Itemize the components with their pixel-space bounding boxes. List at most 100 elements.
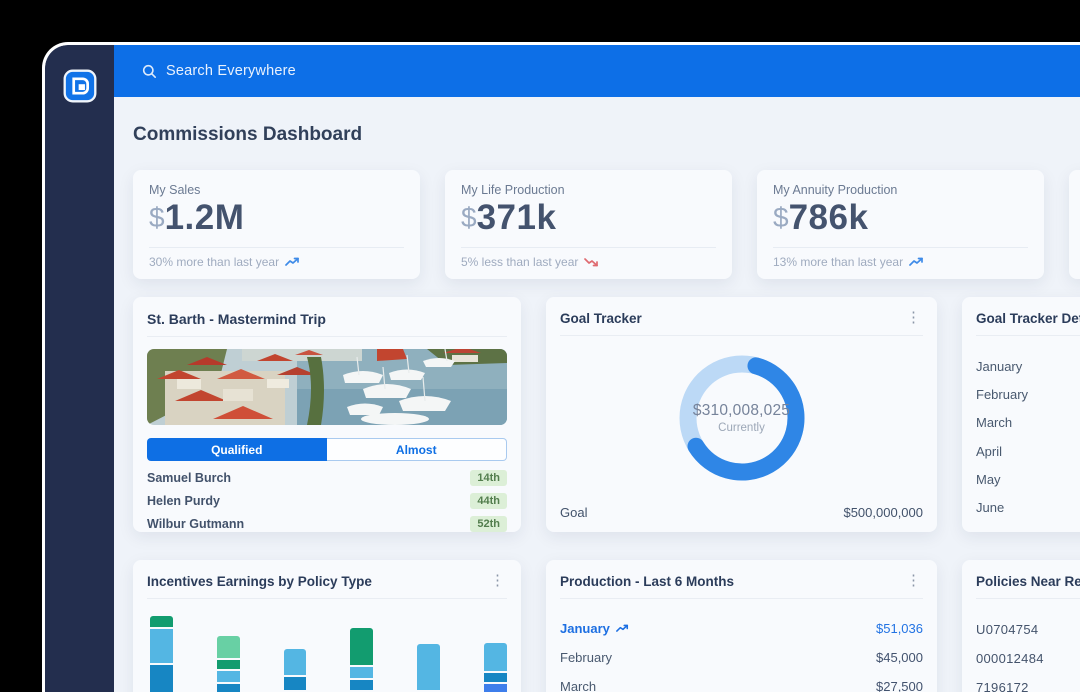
card-title: Incentives Earnings by Policy Type <box>147 574 372 589</box>
currency-sign: $ <box>149 203 165 232</box>
card-title: Goal Tracker <box>560 311 642 326</box>
middle-row: St. Barth - Mastermind Trip <box>133 297 1080 532</box>
kpi-trend: 5% less than last year <box>461 255 599 269</box>
member-name: Helen Purdy <box>147 494 220 508</box>
trend-up-icon <box>285 257 300 267</box>
divider <box>976 598 1080 599</box>
trip-member-list: Samuel Burch 14th Helen Purdy 44th Wilbu… <box>147 466 507 535</box>
tab-qualified[interactable]: Qualified <box>147 438 327 461</box>
kebab-menu-icon[interactable]: ⋮ <box>904 574 923 587</box>
list-item: January <box>976 352 1080 380</box>
stacked-bar <box>484 643 507 692</box>
bar-segment-lightblue <box>150 629 173 663</box>
search-placeholder: Search Everywhere <box>166 63 296 79</box>
app-logo[interactable] <box>62 68 98 104</box>
member-name: Wilbur Gutmann <box>147 517 244 531</box>
list-item: April <box>976 437 1080 465</box>
trend-up-icon <box>616 624 629 633</box>
app-window: Search Everywhere Commissions Dashboard … <box>42 42 1080 692</box>
divider <box>461 247 716 248</box>
production-row: February $45,000 <box>560 643 923 672</box>
kpi-card-partial <box>1069 170 1080 279</box>
card-title: Goal Tracker Detailed <box>976 311 1080 326</box>
divider <box>560 598 923 599</box>
search-input[interactable]: Search Everywhere <box>142 63 296 79</box>
bar-segment-darkblue <box>350 680 373 690</box>
list-item: May <box>976 465 1080 493</box>
search-icon <box>142 64 157 79</box>
divider <box>149 247 404 248</box>
goal-donut-chart: $310,008,025 Currently <box>672 348 812 488</box>
tab-almost[interactable]: Almost <box>327 438 508 461</box>
current-caption: Currently <box>718 422 765 434</box>
month-list: January February March April May June <box>976 352 1080 522</box>
trip-tabs: Qualified Almost <box>147 438 507 461</box>
list-item: March <box>976 409 1080 437</box>
divider <box>560 335 923 336</box>
bar-segment-lightblue <box>217 671 240 682</box>
card-title: Production - Last 6 Months <box>560 574 734 589</box>
list-item: 000012484 <box>976 644 1080 673</box>
bar-segment-lightblue <box>350 667 373 678</box>
kebab-menu-icon[interactable]: ⋮ <box>904 311 923 324</box>
bar-segment-green <box>350 628 373 665</box>
kpi-card-life-production: My Life Production $ 371k 5% less than l… <box>445 170 732 279</box>
stacked-bar-chart <box>150 616 507 692</box>
kpi-card-annuity-production: My Annuity Production $ 786k 13% more th… <box>757 170 1044 279</box>
kebab-menu-icon[interactable]: ⋮ <box>488 574 507 587</box>
production-card: Production - Last 6 Months ⋮ January <box>546 560 937 692</box>
bar-segment-lightblue <box>284 649 307 675</box>
list-item: Samuel Burch 14th <box>147 466 507 489</box>
trend-down-icon <box>584 257 599 267</box>
kpi-trend: 30% more than last year <box>149 255 300 269</box>
card-title: St. Barth - Mastermind Trip <box>147 311 326 327</box>
bar-segment-darkblue <box>217 684 240 692</box>
bar-segment-darkblue <box>484 673 507 682</box>
bar-segment-lightblue <box>484 643 507 671</box>
page-title: Commissions Dashboard <box>133 124 362 146</box>
topbar: Search Everywhere <box>114 45 1080 97</box>
month-label: February <box>560 650 612 665</box>
bar-segment-green <box>217 660 240 669</box>
rank-badge: 14th <box>470 470 507 486</box>
bar-segment-lightblue <box>417 644 440 690</box>
amount: $27,500 <box>876 679 923 692</box>
divider <box>147 336 507 337</box>
goal-amount: $500,000,000 <box>843 505 923 520</box>
current-amount: $310,008,025 <box>693 402 790 420</box>
dashboard-content: Commissions Dashboard My Sales $ 1.2M 30… <box>114 97 1080 692</box>
stacked-bar <box>217 636 240 692</box>
screen-background: Search Everywhere Commissions Dashboard … <box>0 0 1080 692</box>
list-item: Wilbur Gutmann 52th <box>147 512 507 535</box>
list-item: Helen Purdy 44th <box>147 489 507 512</box>
trip-card: St. Barth - Mastermind Trip <box>133 297 521 532</box>
kpi-label: My Annuity Production <box>773 183 1028 197</box>
kpi-label: My Sales <box>149 183 404 197</box>
incentives-card: Incentives Earnings by Policy Type ⋮ <box>133 560 521 692</box>
divider <box>773 247 1028 248</box>
production-row-january[interactable]: January $51,036 <box>560 614 923 643</box>
production-row: March $27,500 <box>560 672 923 692</box>
month-label: March <box>560 679 596 692</box>
list-item: February <box>976 380 1080 408</box>
list-item: U0704754 <box>976 615 1080 644</box>
policies-card: Policies Near Renewal U0704754 000012484… <box>962 560 1080 692</box>
kpi-row: My Sales $ 1.2M 30% more than last year <box>133 170 1080 279</box>
bar-segment-royal <box>484 684 507 692</box>
kpi-value: $ 786k <box>773 200 1028 237</box>
stacked-bar <box>350 628 373 690</box>
kpi-card-my-sales: My Sales $ 1.2M 30% more than last year <box>133 170 420 279</box>
bar-segment-darkblue <box>150 665 173 692</box>
trend-up-icon <box>909 257 924 267</box>
amount: $51,036 <box>876 621 923 636</box>
rank-badge: 52th <box>470 516 507 532</box>
production-list: January $51,036 February $45,000 <box>560 614 923 692</box>
sidebar <box>45 45 114 692</box>
bar-segment-green <box>150 616 173 627</box>
currency-sign: $ <box>461 203 477 232</box>
donut-center: $310,008,025 Currently <box>672 348 812 488</box>
currency-sign: $ <box>773 203 789 232</box>
trip-photo <box>147 349 507 425</box>
goal-tracker-detailed-card: Goal Tracker Detailed January February M… <box>962 297 1080 532</box>
card-title: Policies Near Renewal <box>976 574 1080 589</box>
